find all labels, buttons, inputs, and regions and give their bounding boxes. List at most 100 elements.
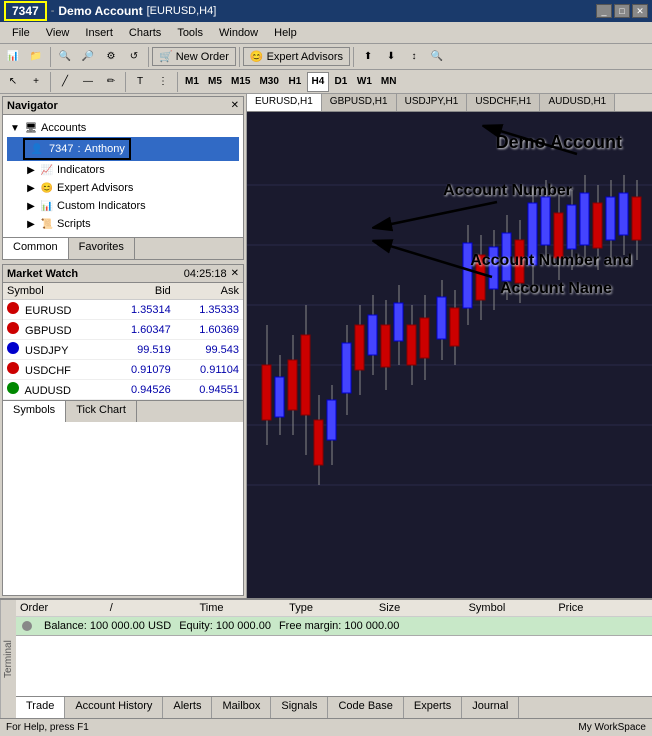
- toolbar-btn5[interactable]: ⬆: [357, 46, 379, 68]
- menu-charts[interactable]: Charts: [121, 25, 169, 41]
- col-bid: Bid: [107, 283, 175, 300]
- nav-account-sep: :: [77, 143, 80, 155]
- market-watch-close[interactable]: ✕: [231, 268, 239, 279]
- market-watch-row[interactable]: AUDUSD 0.94526 0.94551: [3, 380, 243, 400]
- market-watch-row[interactable]: EURUSD 1.35314 1.35333: [3, 300, 243, 320]
- chart-tab-usdchf[interactable]: USDCHF,H1: [467, 94, 540, 111]
- nav-scripts-label: Scripts: [57, 218, 91, 230]
- toolbar-btn6[interactable]: ⬇: [380, 46, 402, 68]
- maximize-button[interactable]: □: [614, 4, 630, 18]
- terminal-label: Terminal: [3, 640, 14, 678]
- mw-ask: 0.94551: [175, 380, 243, 400]
- toolbar-zoom-in[interactable]: 🔍: [54, 46, 76, 68]
- col-slash: /: [110, 602, 200, 614]
- col-symbol-h: Symbol: [469, 602, 559, 614]
- title-demo-account: Demo Account: [58, 4, 142, 18]
- menu-window[interactable]: Window: [211, 25, 266, 41]
- terminal-tab-trade[interactable]: Trade: [16, 697, 65, 718]
- terminal-tab-mailbox[interactable]: Mailbox: [212, 697, 271, 718]
- market-watch-row[interactable]: GBPUSD 1.60347 1.60369: [3, 320, 243, 340]
- new-order-button[interactable]: 🛒 New Order: [152, 47, 236, 66]
- nav-tab-favorites[interactable]: Favorites: [69, 238, 135, 259]
- tf-m15[interactable]: M15: [227, 72, 254, 92]
- nav-scripts[interactable]: ▶ 📜 Scripts: [7, 215, 239, 233]
- tf-m5[interactable]: M5: [204, 72, 226, 92]
- minimize-button[interactable]: _: [596, 4, 612, 18]
- terminal-tab-signals[interactable]: Signals: [271, 697, 328, 718]
- nav-person-icon: 👤: [29, 141, 45, 157]
- toolbar-btn8[interactable]: 🔍: [426, 46, 448, 68]
- sym-icon: [7, 382, 19, 394]
- line-tool[interactable]: ╱: [54, 71, 76, 93]
- text-tool[interactable]: T: [129, 71, 151, 93]
- terminal-tab-experts[interactable]: Experts: [404, 697, 462, 718]
- toolbar-open[interactable]: 📁: [25, 46, 47, 68]
- menu-help[interactable]: Help: [266, 25, 305, 41]
- nav-indicators[interactable]: ▶ 📈 Indicators: [7, 161, 239, 179]
- title-pair: [EURUSD,H4]: [147, 5, 217, 17]
- toolbar-zoom-out[interactable]: 🔎: [77, 46, 99, 68]
- terminal-tab-alerts[interactable]: Alerts: [163, 697, 212, 718]
- toolbar-btn7[interactable]: ↕: [403, 46, 425, 68]
- hline-tool[interactable]: —: [77, 71, 99, 93]
- draw-tool[interactable]: ✏: [100, 71, 122, 93]
- nav-expand-icon4: ▶: [23, 198, 39, 214]
- toolbar-properties[interactable]: ⚙: [100, 46, 122, 68]
- chart-tab-gbpusd[interactable]: GBPUSD,H1: [322, 94, 397, 111]
- market-watch-table: Symbol Bid Ask EURUSD 1.35314 1.35333 GB…: [3, 283, 243, 400]
- navigator-panel: Navigator ✕ ▼ 🖥 Accounts 👤 7347 : Anthon: [2, 96, 244, 260]
- tf-sep2: [125, 72, 126, 92]
- chart-tab-audusd[interactable]: AUDUSD,H1: [540, 94, 615, 111]
- navigator-title: Navigator: [7, 100, 231, 112]
- terminal-tab-account-history[interactable]: Account History: [65, 697, 163, 718]
- tf-w1[interactable]: W1: [353, 72, 376, 92]
- tf-h4[interactable]: H4: [307, 72, 329, 92]
- mw-tab-tick-chart[interactable]: Tick Chart: [66, 401, 137, 422]
- nav-custom-indicators[interactable]: ▶ 📊 Custom Indicators: [7, 197, 239, 215]
- tf-mn[interactable]: MN: [377, 72, 401, 92]
- expert-advisors-button[interactable]: 😊 Expert Advisors: [243, 47, 350, 66]
- nav-expand-icon2: ▶: [23, 162, 39, 178]
- market-watch-row[interactable]: USDJPY 99.519 99.543: [3, 340, 243, 360]
- tf-m1[interactable]: M1: [181, 72, 203, 92]
- menu-view[interactable]: View: [38, 25, 78, 41]
- nav-account-item[interactable]: 👤 7347 : Anthony: [7, 137, 239, 161]
- mw-bid: 0.91079: [107, 360, 175, 380]
- arrow-tool[interactable]: ↖: [2, 71, 24, 93]
- chart-tab-usdjpy[interactable]: USDJPY,H1: [397, 94, 468, 111]
- tf-h1[interactable]: H1: [284, 72, 306, 92]
- terminal-tab-codebase[interactable]: Code Base: [328, 697, 403, 718]
- nav-experts[interactable]: ▶ 😊 Expert Advisors: [7, 179, 239, 197]
- toolbar-refresh[interactable]: ↺: [123, 46, 145, 68]
- nav-expand-icon: ▼: [7, 120, 23, 136]
- crosshair-tool[interactable]: +: [25, 71, 47, 93]
- nav-tab-common[interactable]: Common: [3, 238, 69, 259]
- fibo-tool[interactable]: ⋮: [152, 71, 174, 93]
- nav-experts-label: Expert Advisors: [57, 182, 133, 194]
- market-watch-row[interactable]: USDCHF 0.91079 0.91104: [3, 360, 243, 380]
- navigator-close[interactable]: ✕: [231, 100, 239, 111]
- menu-file[interactable]: File: [4, 25, 38, 41]
- terminal-main: Order / Time Type Size Symbol Price Bala…: [16, 600, 652, 718]
- balance-indicator: [22, 621, 32, 631]
- nav-root[interactable]: ▼ 🖥 Accounts: [7, 119, 239, 137]
- sym-icon: [7, 362, 19, 374]
- nav-expand-icon3: ▶: [23, 180, 39, 196]
- mw-ask: 1.60369: [175, 320, 243, 340]
- terminal-tab-journal[interactable]: Journal: [462, 697, 519, 718]
- tf-d1[interactable]: D1: [330, 72, 352, 92]
- mw-bid: 1.35314: [107, 300, 175, 320]
- close-button[interactable]: ✕: [632, 4, 648, 18]
- menu-insert[interactable]: Insert: [77, 25, 121, 41]
- tf-m30[interactable]: M30: [255, 72, 282, 92]
- title-separator: -: [51, 5, 55, 17]
- menu-tools[interactable]: Tools: [169, 25, 211, 41]
- market-watch-panel: Market Watch 04:25:18 ✕ Symbol Bid Ask E…: [2, 264, 244, 596]
- toolbar-new-chart[interactable]: 📊: [2, 46, 24, 68]
- navigator-header: Navigator ✕: [3, 97, 243, 115]
- chart-svg: [247, 112, 652, 598]
- mw-tab-symbols[interactable]: Symbols: [3, 401, 66, 422]
- chart-tab-eurusd[interactable]: EURUSD,H1: [247, 94, 322, 111]
- tf-sep3: [177, 72, 178, 92]
- terminal-empty-area: [16, 636, 652, 696]
